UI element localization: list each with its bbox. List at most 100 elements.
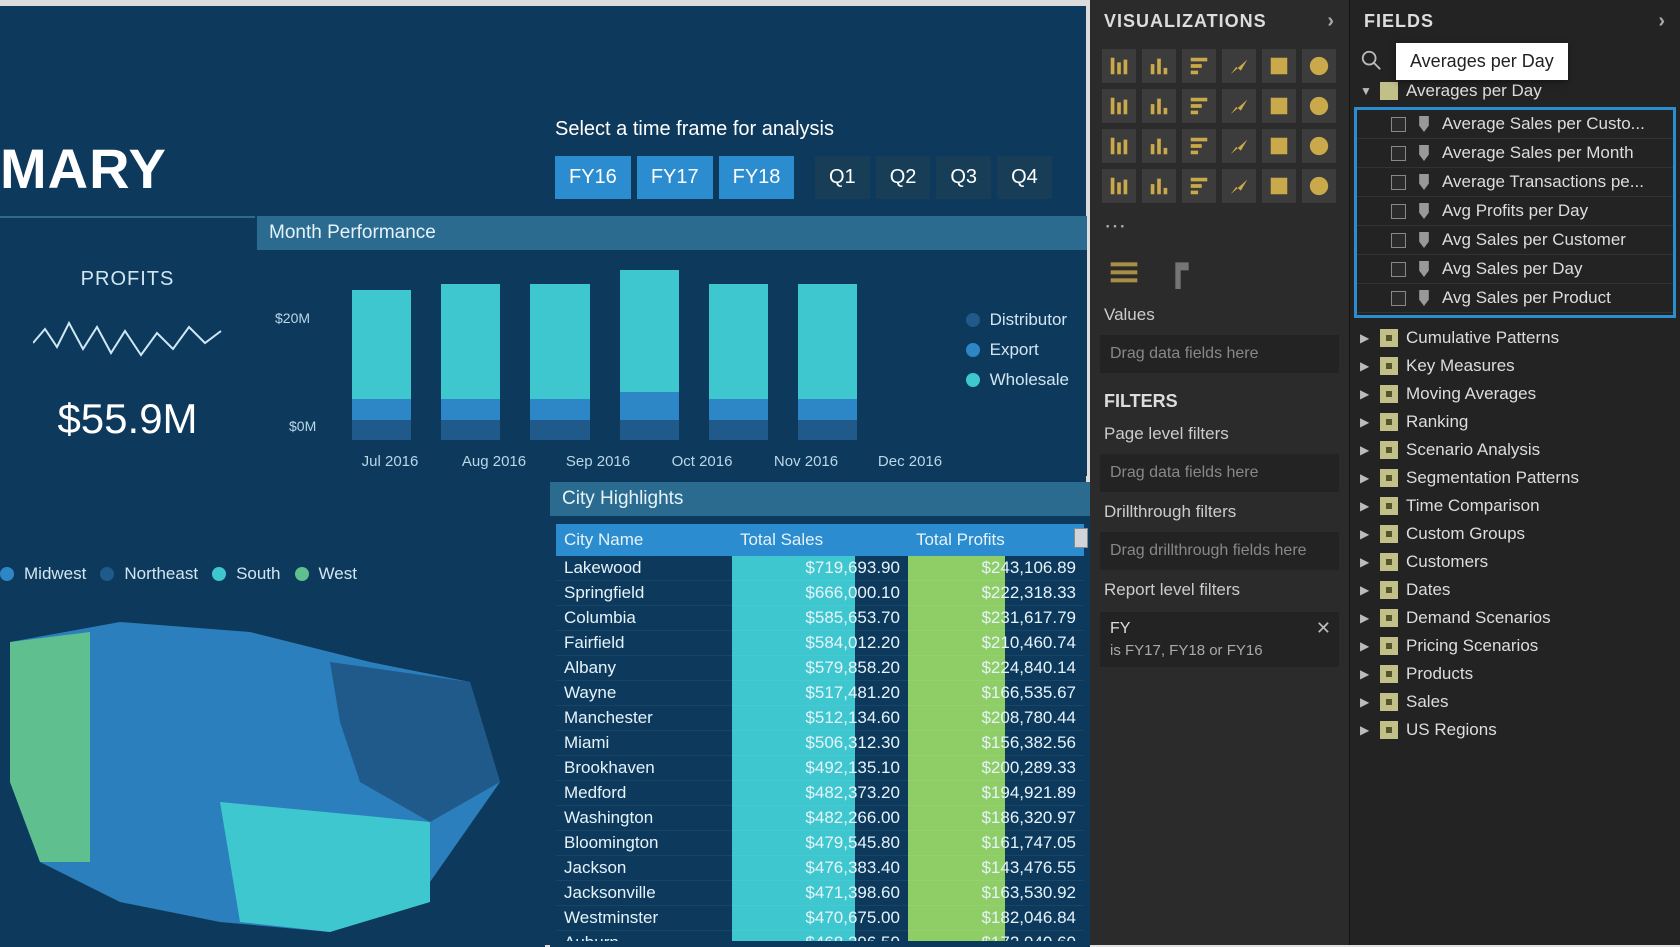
month-performance-card[interactable]: Month Performance $20M $0M Distributor E…: [257, 216, 1087, 476]
field-checkbox[interactable]: [1391, 117, 1406, 132]
viz-type-icon[interactable]: [1302, 169, 1336, 203]
viz-type-icon[interactable]: [1142, 89, 1176, 123]
table-item[interactable]: ▶Cumulative Patterns: [1350, 324, 1680, 352]
drill-filters-dropzone[interactable]: Drag drillthrough fields here: [1100, 532, 1339, 570]
table-row[interactable]: Manchester$512,134.60$208,780.44: [556, 706, 1084, 731]
field-item[interactable]: Average Transactions pe...: [1357, 168, 1673, 197]
viz-type-icon[interactable]: [1182, 129, 1216, 163]
viz-type-icon[interactable]: [1102, 129, 1136, 163]
col-sales[interactable]: Total Sales: [732, 524, 908, 556]
col-profits[interactable]: Total Profits: [908, 524, 1084, 556]
more-visuals-icon[interactable]: ⋯: [1090, 209, 1349, 243]
table-row[interactable]: Columbia$585,653.70$231,617.79: [556, 606, 1084, 631]
viz-type-icon[interactable]: [1262, 89, 1296, 123]
col-city[interactable]: City Name: [556, 524, 732, 556]
viz-type-icon[interactable]: [1222, 169, 1256, 203]
collapse-fields-icon[interactable]: ›: [1658, 10, 1666, 33]
table-item[interactable]: ▶Key Measures: [1350, 352, 1680, 380]
table-row[interactable]: Westminster$470,675.00$182,046.84: [556, 906, 1084, 931]
field-item[interactable]: Average Sales per Custo...: [1357, 110, 1673, 139]
table-scrollbar[interactable]: [1074, 528, 1088, 548]
search-icon[interactable]: [1360, 49, 1382, 71]
field-checkbox[interactable]: [1391, 291, 1406, 306]
field-item[interactable]: Average Sales per Month: [1357, 139, 1673, 168]
table-item[interactable]: ▶Scenario Analysis: [1350, 436, 1680, 464]
table-row[interactable]: Lakewood$719,693.90$243,106.89: [556, 556, 1084, 581]
field-checkbox[interactable]: [1391, 233, 1406, 248]
table-row[interactable]: Washington$482,266.00$186,320.97: [556, 806, 1084, 831]
page-filters-dropzone[interactable]: Drag data fields here: [1100, 454, 1339, 492]
field-item[interactable]: Avg Profits per Day: [1357, 197, 1673, 226]
report-canvas[interactable]: MARY Select a time frame for analysis FY…: [0, 6, 1086, 945]
remove-filter-icon[interactable]: ✕: [1316, 618, 1331, 639]
viz-type-icon[interactable]: [1262, 169, 1296, 203]
viz-type-icon[interactable]: [1222, 129, 1256, 163]
field-item[interactable]: Avg Sales per Day: [1357, 255, 1673, 284]
fy17-button[interactable]: FY17: [637, 156, 713, 199]
table-item[interactable]: ▶Ranking: [1350, 408, 1680, 436]
map-card[interactable]: Midwest Northeast South West: [0, 482, 545, 947]
fy16-button[interactable]: FY16: [555, 156, 631, 199]
viz-type-icon[interactable]: [1182, 49, 1216, 83]
q2-button[interactable]: Q2: [876, 156, 931, 199]
fy18-button[interactable]: FY18: [719, 156, 795, 199]
table-row[interactable]: Miami$506,312.30$156,382.56: [556, 731, 1084, 756]
field-checkbox[interactable]: [1391, 204, 1406, 219]
table-item[interactable]: ▶Moving Averages: [1350, 380, 1680, 408]
table-averages-per-day[interactable]: ▼ Averages per Day: [1350, 77, 1680, 105]
field-item[interactable]: Avg Sales per Product: [1357, 284, 1673, 313]
viz-type-icon[interactable]: [1182, 89, 1216, 123]
field-checkbox[interactable]: [1391, 146, 1406, 161]
table-row[interactable]: Jacksonville$471,398.60$163,530.92: [556, 881, 1084, 906]
table-row[interactable]: Brookhaven$492,135.10$200,289.33: [556, 756, 1084, 781]
table-item[interactable]: ▶US Regions: [1350, 716, 1680, 744]
viz-type-icon[interactable]: [1302, 89, 1336, 123]
viz-type-icon[interactable]: [1222, 89, 1256, 123]
viz-type-icon[interactable]: [1262, 49, 1296, 83]
q1-button[interactable]: Q1: [815, 156, 870, 199]
table-item[interactable]: ▶Pricing Scenarios: [1350, 632, 1680, 660]
city-highlights-card[interactable]: City Highlights City Name Total Sales To…: [550, 482, 1090, 947]
table-row[interactable]: Fairfield$584,012.20$210,460.74: [556, 631, 1084, 656]
q3-button[interactable]: Q3: [936, 156, 991, 199]
viz-type-icon[interactable]: [1102, 169, 1136, 203]
field-checkbox[interactable]: [1391, 262, 1406, 277]
profits-value: $55.9M: [0, 395, 255, 443]
profits-card[interactable]: PROFITS $55.9M: [0, 216, 255, 476]
field-checkbox[interactable]: [1391, 175, 1406, 190]
viz-type-icon[interactable]: [1102, 49, 1136, 83]
table-row[interactable]: Jackson$476,383.40$143,476.55: [556, 856, 1084, 881]
collapse-viz-icon[interactable]: ›: [1327, 10, 1335, 33]
table-item[interactable]: ▶Customers: [1350, 548, 1680, 576]
table-icon: [1380, 693, 1398, 711]
table-item[interactable]: ▶Dates: [1350, 576, 1680, 604]
values-dropzone[interactable]: Drag data fields here: [1100, 335, 1339, 373]
format-mode-icon[interactable]: [1170, 257, 1202, 289]
q4-button[interactable]: Q4: [997, 156, 1052, 199]
table-item[interactable]: ▶Demand Scenarios: [1350, 604, 1680, 632]
table-row[interactable]: Albany$579,858.20$224,840.14: [556, 656, 1084, 681]
table-row[interactable]: Wayne$517,481.20$166,535.67: [556, 681, 1084, 706]
table-row[interactable]: Bloomington$479,545.80$161,747.05: [556, 831, 1084, 856]
report-filter-fy[interactable]: ✕ FY is FY17, FY18 or FY16: [1100, 612, 1339, 667]
table-row[interactable]: Springfield$666,000.10$222,318.33: [556, 581, 1084, 606]
viz-type-icon[interactable]: [1182, 169, 1216, 203]
table-item[interactable]: ▶Sales: [1350, 688, 1680, 716]
table-item[interactable]: ▶Segmentation Patterns: [1350, 464, 1680, 492]
fields-mode-icon[interactable]: [1108, 257, 1140, 289]
viz-type-icon[interactable]: [1142, 129, 1176, 163]
table-item[interactable]: ▶Custom Groups: [1350, 520, 1680, 548]
viz-type-icon[interactable]: [1222, 49, 1256, 83]
viz-type-icon[interactable]: [1302, 129, 1336, 163]
viz-type-icon[interactable]: [1142, 169, 1176, 203]
table-item[interactable]: ▶Products: [1350, 660, 1680, 688]
viz-type-icon[interactable]: [1102, 89, 1136, 123]
viz-type-icon[interactable]: [1142, 49, 1176, 83]
legend-distributor: Distributor: [990, 310, 1067, 330]
table-row[interactable]: Auburn$468,296.50$172,940.60: [556, 931, 1084, 942]
viz-type-icon[interactable]: [1302, 49, 1336, 83]
table-row[interactable]: Medford$482,373.20$194,921.89: [556, 781, 1084, 806]
viz-type-icon[interactable]: [1262, 129, 1296, 163]
table-item[interactable]: ▶Time Comparison: [1350, 492, 1680, 520]
field-item[interactable]: Avg Sales per Customer: [1357, 226, 1673, 255]
